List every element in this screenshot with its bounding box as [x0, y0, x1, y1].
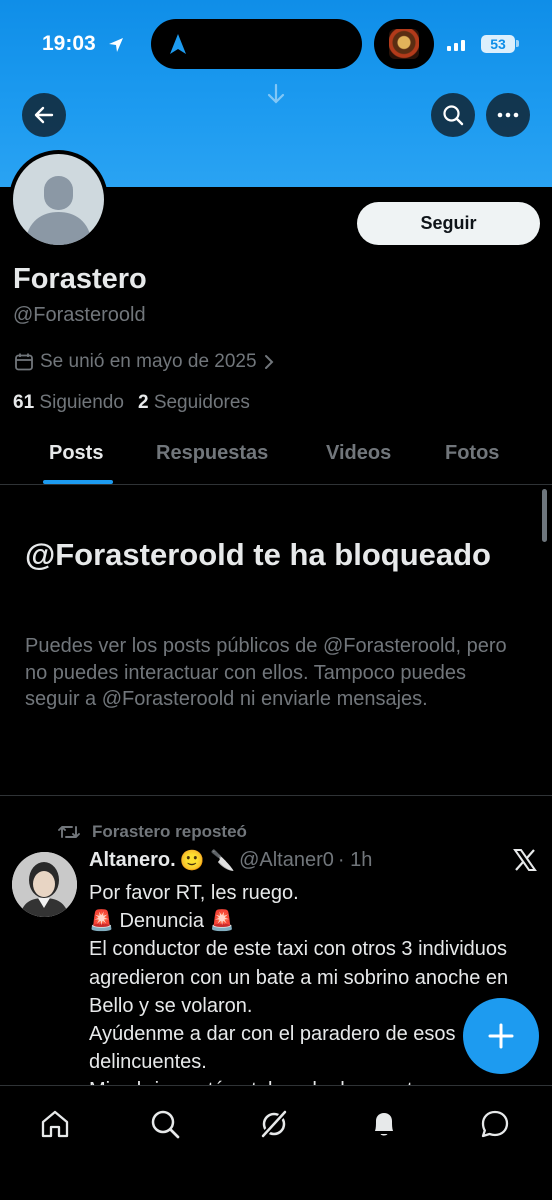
app-thumbnail-icon	[389, 29, 419, 59]
search-button[interactable]	[431, 93, 475, 137]
bottom-navigation	[0, 1085, 552, 1200]
scrollbar[interactable]	[542, 489, 547, 542]
profile-name: Forastero	[13, 263, 147, 295]
arrow-left-icon	[34, 106, 54, 124]
nav-notifications[interactable]	[364, 1104, 404, 1144]
battery-indicator: 53	[481, 35, 515, 53]
joined-text: Se unió en mayo de 2025	[40, 351, 257, 372]
avatar[interactable]	[13, 154, 104, 245]
nav-search[interactable]	[145, 1104, 185, 1144]
navigation-icon	[170, 34, 186, 54]
more-icon	[497, 112, 519, 118]
home-icon	[41, 1110, 69, 1138]
more-options-button[interactable]	[486, 93, 530, 137]
tab-respuestas[interactable]: Respuestas	[156, 442, 268, 465]
calendar-icon	[15, 353, 33, 371]
author-emoji: 🙂 🔪	[179, 850, 236, 872]
search-icon	[443, 105, 464, 126]
nav-messages[interactable]	[475, 1104, 515, 1144]
following-stat[interactable]: 61 Siguiendo	[13, 392, 124, 414]
profile-tabs: Posts Respuestas Videos Fotos	[0, 428, 552, 485]
post-author-handle[interactable]: @Altaner0	[239, 849, 334, 872]
post-author-avatar[interactable]	[12, 852, 77, 917]
follow-button[interactable]: Seguir	[357, 202, 540, 245]
compose-button[interactable]	[463, 998, 539, 1074]
grok-icon	[260, 1109, 288, 1139]
blocked-title: @Forasteroold te ha bloqueado	[25, 537, 491, 572]
repost-indicator: Forastero reposteó	[58, 822, 247, 842]
followers-stat[interactable]: 2 Seguidores	[138, 392, 250, 414]
divider	[0, 795, 552, 796]
nav-home[interactable]	[35, 1104, 75, 1144]
profile-stats: 61 Siguiendo 2 Seguidores	[13, 392, 250, 414]
tab-posts[interactable]: Posts	[49, 442, 103, 465]
plus-icon	[488, 1023, 514, 1049]
post-time: · 1h	[337, 849, 373, 871]
default-avatar-icon	[25, 176, 92, 245]
joined-date[interactable]: Se unió en mayo de 2025	[14, 351, 275, 373]
bell-icon	[375, 1113, 393, 1136]
search-icon	[151, 1110, 180, 1139]
following-count: 61	[13, 392, 35, 413]
chevron-right-icon	[264, 355, 273, 369]
followers-label: Seguidores	[153, 392, 250, 413]
active-tab-indicator	[43, 480, 113, 484]
pull-refresh-arrow-icon	[267, 83, 285, 104]
followers-count: 2	[137, 392, 149, 413]
nav-grok[interactable]	[254, 1104, 294, 1144]
status-time: 19:03	[42, 32, 96, 55]
location-arrow-icon	[109, 38, 123, 52]
author-photo-icon	[12, 852, 77, 917]
message-icon	[481, 1110, 509, 1138]
x-logo-icon	[513, 849, 537, 871]
signal-icon	[447, 37, 472, 51]
tab-videos[interactable]: Videos	[326, 442, 391, 465]
blocked-description: Puedes ver los posts públicos de @Forast…	[25, 635, 507, 710]
following-label: Siguiendo	[39, 392, 124, 413]
profile-handle: @Forasteroold	[13, 304, 146, 326]
repost-label[interactable]: Forastero reposteó	[92, 822, 247, 842]
tab-fotos[interactable]: Fotos	[445, 442, 499, 465]
back-button[interactable]	[22, 93, 66, 137]
live-activity	[374, 19, 434, 69]
post-author-name[interactable]: Altanero.	[89, 849, 176, 872]
profile-avatar-frame	[9, 150, 108, 249]
post-header: Altanero. 🙂 🔪 @Altaner0 · 1h	[89, 848, 372, 873]
repost-icon	[58, 826, 80, 838]
battery-tip	[516, 40, 519, 47]
